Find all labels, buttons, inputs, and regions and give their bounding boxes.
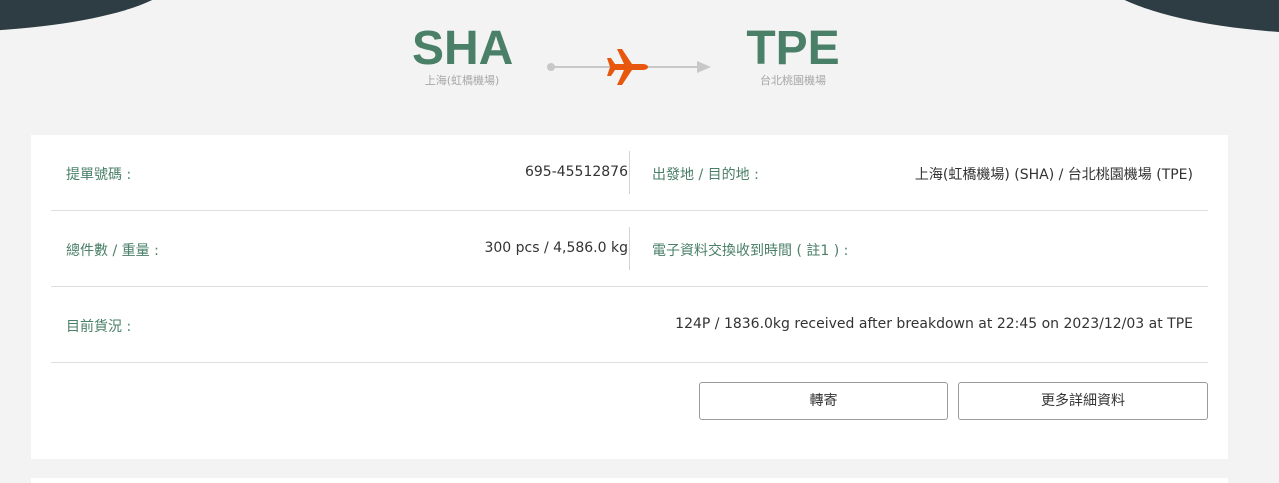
origin-name: 上海(虹橋機場): [424, 74, 500, 87]
flight-path-start-dot: [547, 63, 555, 71]
detail-row-1: 提單號碼 : 695-45512876 出發地 / 目的地 : 上海(虹橋機場)…: [51, 135, 1208, 211]
current-status-label: 目前貨況 :: [66, 319, 132, 335]
flight-path: [547, 49, 711, 85]
edi-time-cell: 電子資料交換收到時間 ( 註1 ) :: [630, 211, 1208, 286]
origin-airport: SHA 上海(虹橋機場): [412, 22, 514, 88]
more-details-button[interactable]: 更多詳細資料: [958, 382, 1208, 420]
flight-path-arrow: [697, 61, 711, 73]
shipment-detail-card: 提單號碼 : 695-45512876 出發地 / 目的地 : 上海(虹橋機場)…: [31, 135, 1228, 459]
destination-code: TPE: [746, 22, 840, 75]
origin-destination-value: 上海(虹橋機場) (SHA) / 台北桃園機場 (TPE): [914, 167, 1193, 183]
pieces-weight-value: 300 pcs / 4,586.0 kg: [484, 240, 628, 256]
detail-row-2: 總件數 / 重量 : 300 pcs / 4,586.0 kg 電子資料交換收到…: [51, 211, 1208, 287]
next-card: [31, 478, 1228, 483]
destination-airport: TPE 台北桃園機場: [743, 22, 843, 88]
current-status-cell: 目前貨況 : 124P / 1836.0kg received after br…: [51, 287, 1208, 362]
awb-label: 提單號碼 :: [66, 167, 132, 183]
pieces-weight-cell: 總件數 / 重量 : 300 pcs / 4,586.0 kg: [51, 211, 629, 286]
page: SHA 上海(虹橋機場) TPE 台北桃園機場 提單號碼 : 695-45512…: [0, 0, 1279, 483]
origin-destination-cell: 出發地 / 目的地 : 上海(虹橋機場) (SHA) / 台北桃園機場 (TPE…: [630, 135, 1208, 210]
current-status-value: 124P / 1836.0kg received after breakdown…: [675, 316, 1193, 332]
route-header: SHA 上海(虹橋機場) TPE 台北桃園機場: [0, 22, 1279, 112]
origin-destination-label: 出發地 / 目的地 :: [652, 167, 759, 183]
awb-value: 695-45512876: [524, 164, 628, 180]
edi-time-label: 電子資料交換收到時間 ( 註1 ) :: [652, 243, 849, 259]
forward-button[interactable]: 轉寄: [699, 382, 948, 420]
detail-row-3: 目前貨況 : 124P / 1836.0kg received after br…: [51, 287, 1208, 363]
pieces-weight-label: 總件數 / 重量 :: [66, 243, 159, 259]
origin-code: SHA: [412, 22, 514, 75]
awb-cell: 提單號碼 : 695-45512876: [51, 135, 629, 210]
airplane-icon: [607, 49, 648, 85]
